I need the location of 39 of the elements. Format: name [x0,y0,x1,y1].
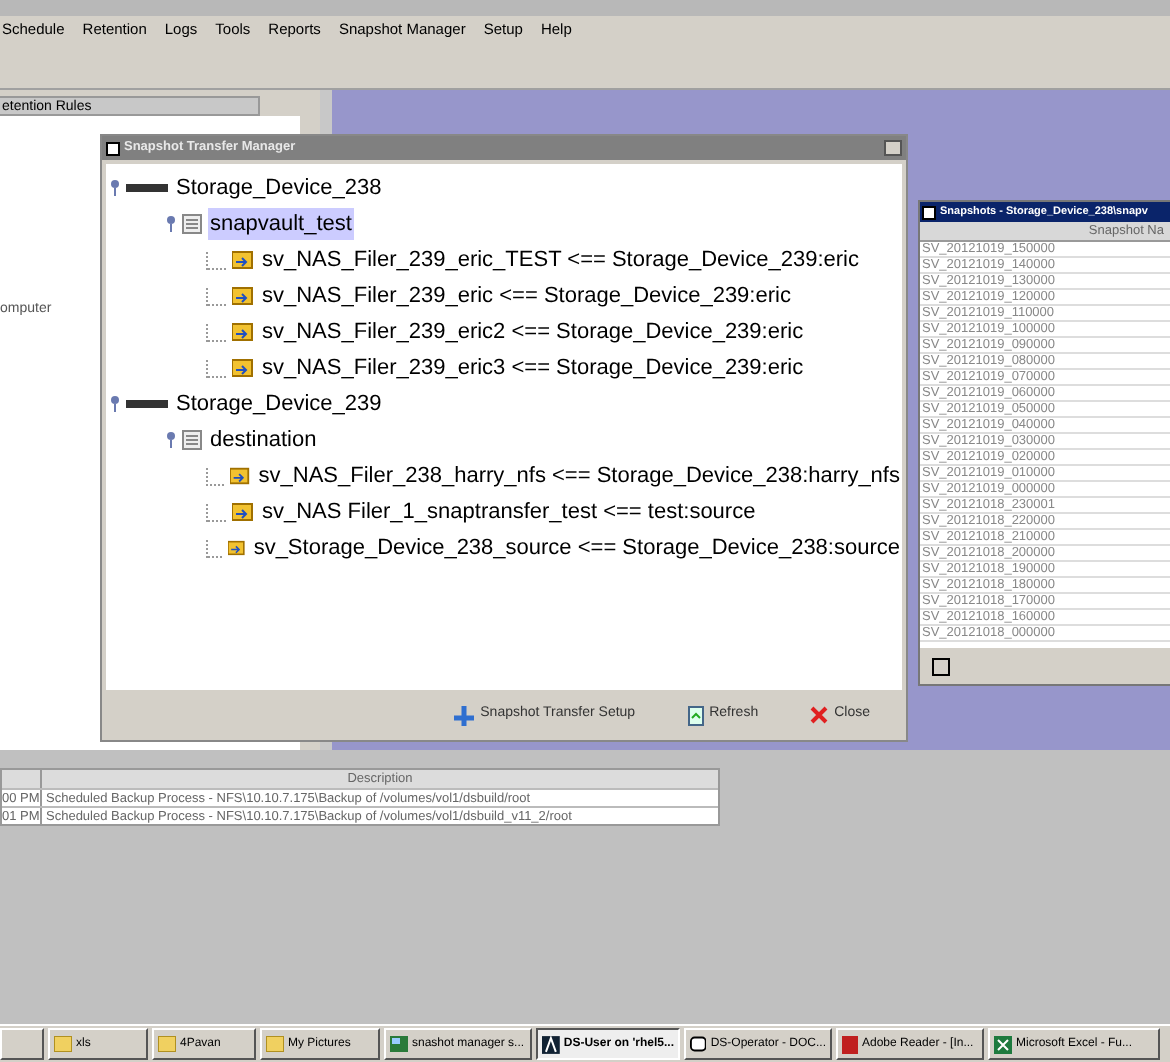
folder-icon [266,1036,284,1052]
tree-item[interactable]: sv_NAS_Filer_239_eric2 <== Storage_Device_239:eric [260,315,806,349]
folder-icon [158,1036,176,1052]
taskbar-button[interactable] [0,1028,44,1060]
folder-arrow-icon [230,466,251,486]
document-icon [842,1035,858,1053]
tree-item[interactable]: Storage_Device_238 [174,171,384,205]
folder-arrow-icon [232,358,254,378]
expand-handle-icon[interactable] [166,432,176,448]
drive-icon [126,184,168,192]
tree-item[interactable]: sv_NAS_Filer_239_eric <== Storage_Device_239:eric [260,279,793,313]
expand-handle-icon[interactable] [166,216,176,232]
spreadsheet-icon [994,1035,1012,1053]
folder-arrow-icon [232,502,254,522]
list-icon [182,214,202,234]
tree-item[interactable]: sv_Storage_Device_238_source <== Storage_Device_238:source [251,531,902,565]
tree-item[interactable]: destination [208,423,319,457]
drive-icon [126,400,168,408]
tree-item[interactable]: sv_NAS Filer_1_snaptransfer_test <== test:source [260,495,758,529]
folder-arrow-icon [232,322,254,342]
tree-item[interactable]: sv_NAS_Filer_239_eric3 <== Storage_Device_239:eric [260,351,806,385]
picture-icon [390,1036,408,1052]
page-icon [687,705,704,725]
checkbox[interactable] [932,657,950,675]
window-icon [690,1036,707,1052]
folder-arrow-icon [232,286,254,306]
folder-arrow-icon [232,250,254,270]
list-icon [182,430,202,450]
tree-item[interactable]: snapvault_test [208,207,354,241]
tree-item[interactable]: Storage_Device_239 [174,387,384,421]
expand-handle-icon[interactable] [110,180,120,196]
tree-item[interactable]: sv_NAS_Filer_239_eric_TEST <== Storage_Device_239:eric [260,243,861,277]
app-icon [922,205,936,219]
tree-item[interactable]: sv_NAS_Filer_238_harry_nfs <== Storage_Device_238:harry_nfs [256,459,902,493]
folder-arrow-icon [228,538,246,558]
app-icon [106,141,120,155]
folder-icon [54,1036,72,1052]
app-icon [542,1035,560,1053]
expand-handle-icon[interactable] [110,396,120,412]
